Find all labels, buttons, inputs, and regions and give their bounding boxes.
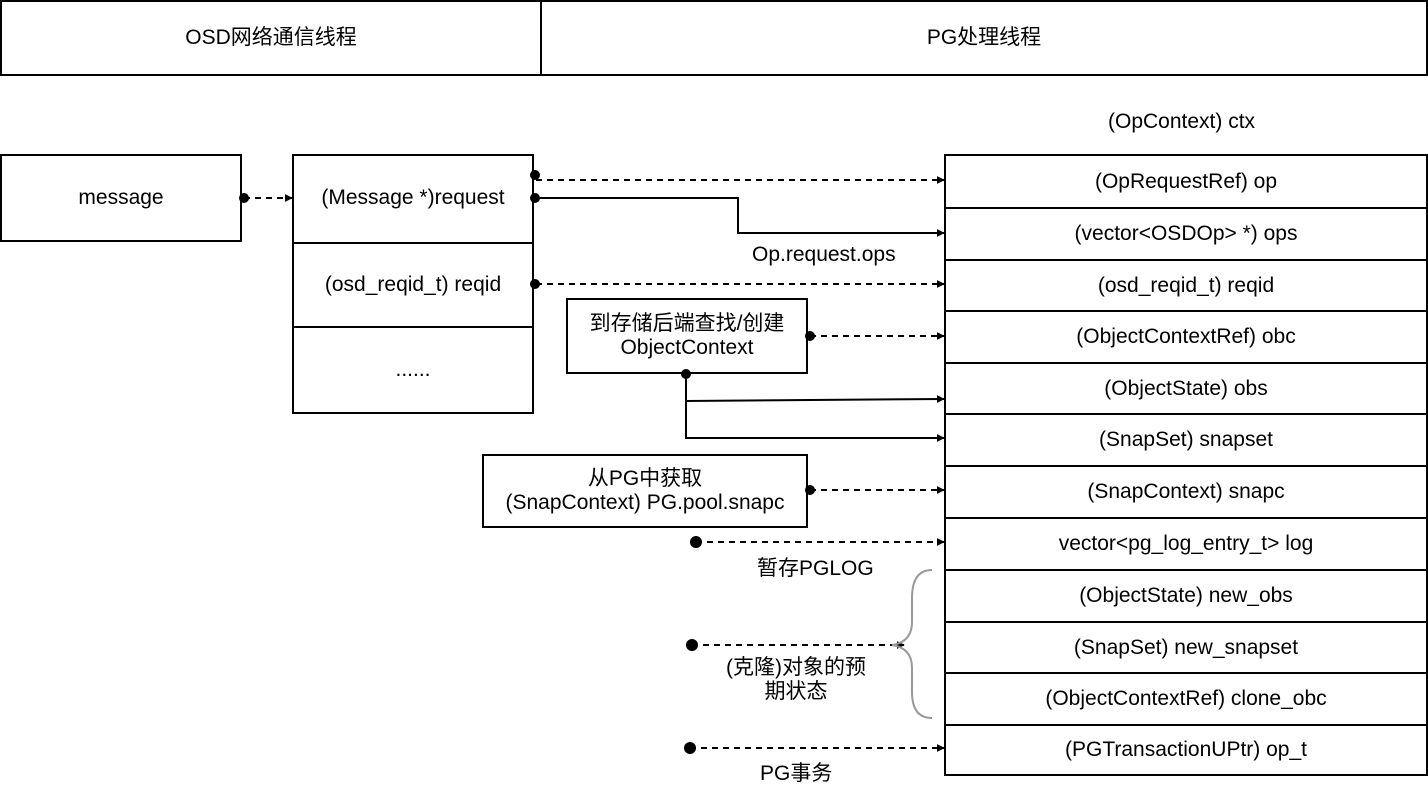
dot-pglog <box>690 536 702 548</box>
dot-reqid <box>530 279 540 289</box>
dot-snapc-box <box>805 485 815 495</box>
arrow-obc-box-to-obs <box>685 374 945 404</box>
arrow-obc-box-to-snapset <box>685 401 945 442</box>
connector-layer <box>239 170 945 754</box>
dot-obc-box-right <box>805 331 815 341</box>
dot-pgtxn <box>684 742 696 754</box>
clone-brace <box>891 569 933 719</box>
dot-request-ops <box>530 193 540 203</box>
arrow-request-to-ops <box>536 197 945 237</box>
dot-obc-box-bottom <box>681 369 691 379</box>
dot-message <box>239 193 249 203</box>
dot-clone <box>686 639 698 651</box>
dot-request-op <box>530 170 540 180</box>
